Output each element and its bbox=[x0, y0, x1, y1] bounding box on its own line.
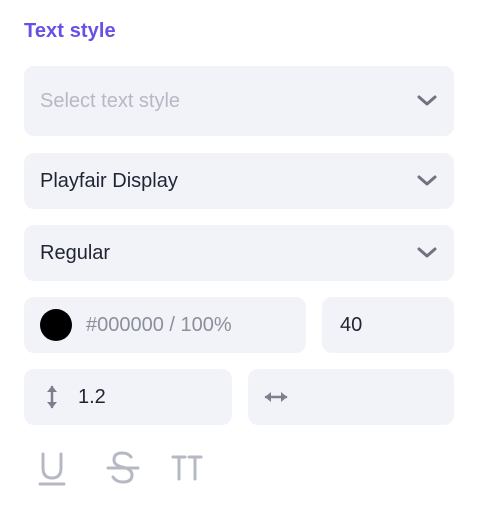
line-height-value: 1.2 bbox=[78, 385, 106, 408]
section-title: Text style bbox=[24, 20, 116, 42]
line-height-input[interactable]: 1.2 bbox=[24, 369, 232, 425]
color-field[interactable]: #000000 / 100% bbox=[24, 297, 306, 353]
color-swatch[interactable] bbox=[40, 309, 72, 341]
uppercase-icon[interactable] bbox=[170, 448, 204, 486]
text-decoration-toolbar bbox=[38, 448, 204, 486]
font-weight-select[interactable]: Regular bbox=[24, 225, 454, 281]
font-family-select[interactable]: Playfair Display bbox=[24, 153, 454, 209]
font-size-input[interactable]: 40 bbox=[322, 297, 454, 353]
vertical-arrows-icon bbox=[47, 385, 57, 409]
chevron-down-icon bbox=[417, 95, 437, 106]
strikethrough-icon[interactable] bbox=[106, 448, 140, 486]
font-size-value: 40 bbox=[340, 313, 363, 336]
underline-icon[interactable] bbox=[38, 448, 66, 486]
font-weight-value: Regular bbox=[40, 241, 111, 264]
horizontal-arrows-icon bbox=[264, 392, 288, 402]
chevron-down-icon bbox=[417, 175, 437, 186]
font-family-value: Playfair Display bbox=[40, 169, 178, 192]
text-style-placeholder: Select text style bbox=[40, 89, 181, 112]
text-style-select[interactable]: Select text style bbox=[24, 66, 454, 136]
letter-spacing-input[interactable] bbox=[248, 369, 454, 425]
color-value: #000000 / 100% bbox=[86, 313, 232, 336]
chevron-down-icon bbox=[417, 247, 437, 258]
